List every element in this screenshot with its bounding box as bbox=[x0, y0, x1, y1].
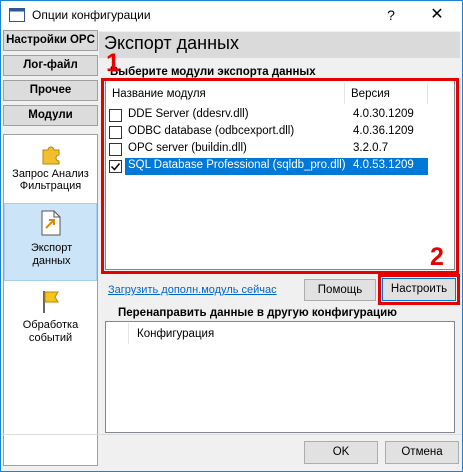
nav-item-event-processing[interactable]: Обработка событий bbox=[4, 287, 97, 349]
tab-modules[interactable]: Модули bbox=[3, 105, 98, 126]
nav-item-label-line1: Экспорт bbox=[30, 242, 73, 254]
column-separator[interactable] bbox=[128, 323, 129, 344]
tab-opc-settings[interactable]: Настройки OPC bbox=[3, 30, 98, 51]
app-icon bbox=[9, 8, 25, 22]
load-module-link[interactable]: Загрузить дополн.модуль сейчас bbox=[108, 284, 277, 296]
column-header-configuration[interactable]: Конфигурация bbox=[137, 328, 214, 340]
nav-item-label-line2: Фильтрация bbox=[19, 180, 82, 192]
help-button[interactable]: Помощь bbox=[304, 279, 376, 301]
annotation-highlight-list bbox=[101, 78, 459, 274]
cancel-button[interactable]: Отмена bbox=[385, 441, 459, 464]
nav-item-label-line2: данных bbox=[32, 255, 71, 267]
export-document-icon bbox=[40, 210, 62, 236]
tab-misc[interactable]: Прочее bbox=[3, 80, 98, 101]
close-button[interactable]: ✕ bbox=[414, 1, 460, 30]
redirect-label: Перенаправить данные в другую конфигурац… bbox=[118, 307, 397, 319]
help-titlebar-button[interactable]: ? bbox=[368, 1, 414, 30]
annotation-number-1: 1 bbox=[106, 49, 120, 77]
nav-item-label-line1: Обработка bbox=[22, 319, 79, 331]
ok-button[interactable]: OK bbox=[304, 441, 378, 464]
configure-button[interactable]: Настроить bbox=[382, 278, 456, 301]
nav-item-query-analysis[interactable]: Запрос Анализ Фильтрация bbox=[4, 138, 97, 200]
tab-log-file[interactable]: Лог-файл bbox=[3, 55, 98, 76]
nav-item-data-export[interactable]: Экспорт данных bbox=[4, 203, 97, 281]
modules-label: Выберите модули экспорта данных bbox=[110, 66, 316, 78]
annotation-number-2: 2 bbox=[430, 243, 444, 271]
footer-divider bbox=[1, 434, 462, 435]
flag-icon bbox=[40, 289, 62, 315]
nav-item-label-line2: событий bbox=[28, 332, 73, 344]
puzzle-icon bbox=[40, 143, 62, 165]
page-title: Экспорт данных bbox=[104, 33, 239, 53]
window-title: Опции конфигурации bbox=[32, 8, 151, 22]
